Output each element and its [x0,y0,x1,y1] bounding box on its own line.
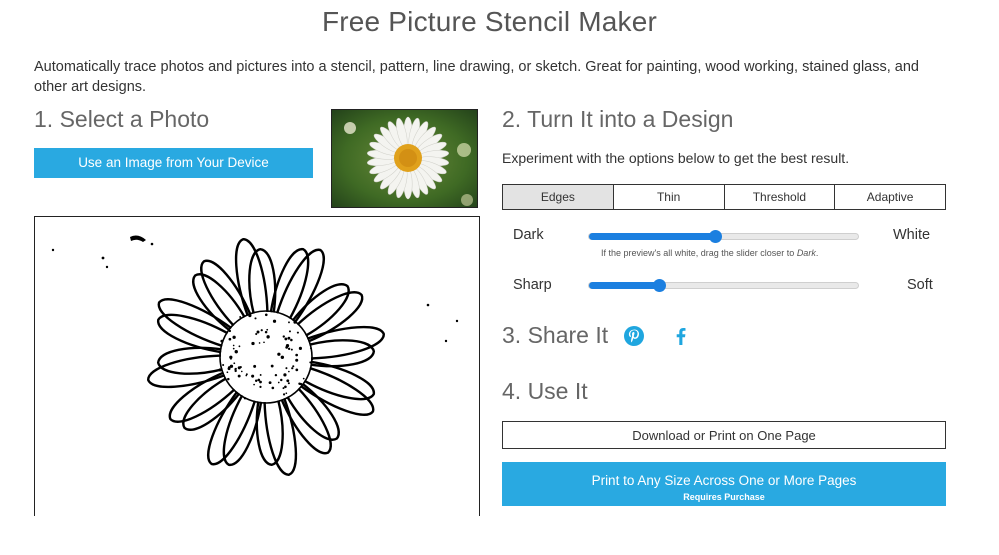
pinterest-icon[interactable] [623,325,645,347]
sharpness-slider-handle[interactable] [652,279,666,292]
slider-hint-emphasis: Dark [796,248,816,258]
darkness-slider-left-label: Dark [513,227,544,243]
tab-adaptive[interactable]: Adaptive [835,185,945,209]
darkness-slider-handle[interactable] [709,230,723,243]
intro-text: Automatically trace photos and pictures … [34,59,919,95]
tab-thin[interactable]: Thin [613,185,725,209]
sharpness-slider[interactable] [588,279,859,292]
source-photo-thumbnail [331,109,478,208]
style-tabs: Edges Thin Threshold Adaptive [502,184,946,210]
tab-edges[interactable]: Edges [503,185,614,209]
tab-threshold[interactable]: Threshold [724,185,836,209]
facebook-icon[interactable] [670,325,692,347]
darkness-slider-right-label: White [893,227,931,243]
print-any-size-button[interactable]: Print to Any Size Across One or More Pag… [502,462,946,506]
print-button-label: Print to Any Size Across One or More Pag… [591,472,857,488]
step3-heading: 3. Share It [502,322,609,348]
slider-hint-prefix: If the preview's all white, drag the sli… [601,248,797,258]
requires-purchase-label: Requires Purchase [683,491,765,502]
slider-hint: If the preview's all white, drag the sli… [601,248,818,258]
darkness-slider[interactable] [588,230,859,243]
sharpness-slider-left-label: Sharp [513,277,552,293]
step2-heading: 2. Turn It into a Design [502,106,734,132]
upload-image-button[interactable]: Use an Image from Your Device [34,148,313,178]
page-title: Free Picture Stencil Maker [321,6,658,37]
stencil-preview [34,216,480,516]
slider-hint-suffix: . [815,248,819,258]
sharpness-slider-fill [589,282,659,289]
step4-heading: 4. Use It [502,378,588,404]
sharpness-slider-right-label: Soft [907,277,933,293]
experiment-text: Experiment with the options below to get… [502,150,850,166]
darkness-slider-fill [589,233,716,240]
download-button[interactable]: Download or Print on One Page [502,421,946,449]
step1-heading: 1. Select a Photo [34,106,210,132]
